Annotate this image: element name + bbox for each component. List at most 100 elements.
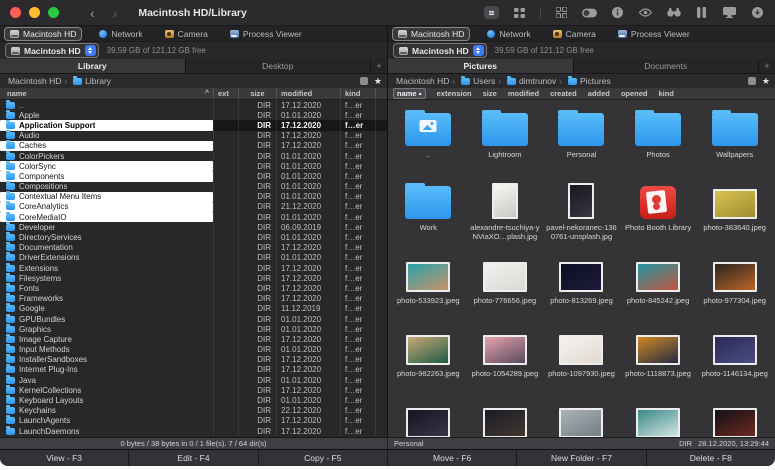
grid-item[interactable]: Personal: [543, 102, 620, 175]
drive-stepper-icon[interactable]: [472, 45, 484, 56]
grid-item[interactable]: Lightroom: [467, 102, 544, 175]
list-view-icon[interactable]: [484, 6, 499, 19]
zoom-button[interactable]: [48, 7, 59, 18]
grid-item[interactable]: Wallpapers: [696, 102, 773, 175]
folder-tab[interactable]: Desktop: [185, 59, 371, 73]
file-row[interactable]: CoreMediaIO DIR 01.01.2020 f…er: [0, 211, 387, 223]
pane-view-icon[interactable]: [359, 77, 368, 85]
back-icon[interactable]: ‹: [90, 6, 95, 20]
pane-view-icon[interactable]: [747, 77, 756, 85]
grid-item[interactable]: photo-1097930.jpeg: [543, 321, 620, 394]
dual-pane-icon[interactable]: [694, 6, 709, 19]
column-header[interactable]: opened: [621, 89, 648, 98]
device-tab[interactable]: Process Viewer: [613, 28, 695, 40]
file-row[interactable]: Java DIR 01.01.2020 f…er: [0, 374, 387, 386]
breadcrumb-segment[interactable]: › dimtrunov: [495, 75, 556, 86]
breadcrumb-segment[interactable]: › Pictures: [556, 75, 611, 86]
grid-item[interactable]: Work: [390, 175, 467, 248]
column-header[interactable]: modified: [508, 89, 539, 98]
file-row[interactable]: ColorPickers DIR 01.01.2020 f…er: [0, 150, 387, 162]
grid-item[interactable]: pavel-nekoranec-1360761-unsplash.jpg: [543, 175, 620, 248]
add-tab-button[interactable]: +: [759, 59, 775, 73]
file-row[interactable]: Image Capture DIR 17.12.2020 f…er: [0, 333, 387, 345]
device-tab[interactable]: Network: [94, 28, 147, 40]
file-row[interactable]: Extensions DIR 17.12.2020 f…er: [0, 262, 387, 274]
file-row[interactable]: Graphics DIR 01.01.2020 f…er: [0, 323, 387, 335]
device-tab[interactable]: Camera: [548, 28, 601, 40]
file-row[interactable]: Components DIR 01.01.2020 f…er: [0, 170, 387, 182]
grid-item[interactable]: Photos: [620, 102, 697, 175]
favorites-star-icon[interactable]: ★: [374, 76, 382, 86]
column-header[interactable]: kind: [659, 89, 674, 98]
info-icon[interactable]: [610, 6, 625, 19]
minimize-button[interactable]: [29, 7, 40, 18]
column-header[interactable]: created: [550, 89, 577, 98]
grid-item[interactable]: ..: [390, 102, 467, 175]
column-ext[interactable]: ext: [213, 88, 238, 99]
function-key-button[interactable]: Copy - F5: [259, 450, 388, 466]
file-row[interactable]: Fonts DIR 17.12.2020 f…er: [0, 282, 387, 294]
file-row[interactable]: Google DIR 11.12.2019 f…er: [0, 303, 387, 314]
grid-item[interactable]: [696, 394, 773, 437]
column-header[interactable]: name ▴: [393, 88, 426, 99]
breadcrumb-segment[interactable]: › Users: [449, 75, 495, 86]
breadcrumb-segment[interactable]: › Macintosh HD: [393, 76, 449, 86]
grid-item[interactable]: photo-982263.jpeg: [390, 321, 467, 394]
grid-item[interactable]: alexandre-tsuchiya-yNViaXO…plash.jpg: [467, 175, 544, 248]
grid-item[interactable]: photo-845242.jpeg: [620, 248, 697, 321]
add-tab-button[interactable]: +: [371, 59, 387, 73]
column-modified[interactable]: modified: [276, 88, 340, 99]
grid-item[interactable]: [390, 394, 467, 437]
function-key-button[interactable]: Delete - F8: [647, 450, 775, 466]
column-header[interactable]: size: [483, 89, 497, 98]
file-row[interactable]: Apple DIR 01.01.2020 f…er: [0, 109, 387, 121]
device-tab[interactable]: Network: [482, 28, 535, 40]
device-tab[interactable]: Macintosh HD: [4, 26, 83, 41]
left-drive-selector[interactable]: Macintosh HD: [5, 43, 99, 58]
function-key-button[interactable]: View - F3: [0, 450, 130, 466]
function-key-button[interactable]: Move - F6: [388, 450, 518, 466]
grid-item[interactable]: [620, 394, 697, 437]
grid-item[interactable]: photo-383640.jpeg: [696, 175, 773, 248]
brief-view-icon[interactable]: [512, 6, 527, 19]
drive-stepper-icon[interactable]: [84, 45, 96, 56]
folder-tab[interactable]: Library: [0, 59, 186, 73]
file-row[interactable]: DriverExtensions DIR 01.01.2020 f…er: [0, 252, 387, 263]
folder-tab[interactable]: Pictures: [388, 59, 574, 73]
column-header[interactable]: extension: [437, 89, 472, 98]
grid-item[interactable]: [543, 394, 620, 437]
file-row[interactable]: Developer DIR 06.09.2019 f…er: [0, 221, 387, 233]
grid-item[interactable]: [467, 394, 544, 437]
column-kind[interactable]: kind: [340, 88, 375, 99]
column-size[interactable]: size: [238, 88, 276, 99]
breadcrumb-segment[interactable]: › Library: [61, 75, 111, 86]
grid-item[interactable]: photo-776656.jpeg: [467, 248, 544, 321]
file-row[interactable]: .. DIR 17.12.2020 f…er: [0, 100, 387, 111]
file-row[interactable]: Keyboard Layouts DIR 01.01.2020 f…er: [0, 395, 387, 406]
function-key-button[interactable]: Edit - F4: [129, 450, 259, 466]
file-row[interactable]: Input Methods DIR 01.01.2020 f…er: [0, 344, 387, 355]
grid-item[interactable]: photo-533923.jpeg: [390, 248, 467, 321]
file-row[interactable]: ColorSync DIR 01.01.2020 f…er: [0, 160, 387, 172]
device-tab[interactable]: Camera: [160, 28, 213, 40]
forward-icon[interactable]: ›: [113, 6, 118, 20]
grid-item[interactable]: photo-977304.jpeg: [696, 248, 773, 321]
file-row[interactable]: Audio DIR 17.12.2020 f…er: [0, 130, 387, 141]
device-tab[interactable]: Process Viewer: [225, 28, 307, 40]
function-key-button[interactable]: New Folder - F7: [517, 450, 647, 466]
search-binoculars-icon[interactable]: [666, 6, 681, 19]
column-name[interactable]: name ^: [0, 88, 213, 99]
file-row[interactable]: GPUBundles DIR 01.01.2020 f…er: [0, 313, 387, 325]
file-row[interactable]: LaunchDaemons DIR 17.12.2020 f…er: [0, 425, 387, 437]
file-row[interactable]: Filesystems DIR 17.12.2020 f…er: [0, 272, 387, 284]
preview-eye-icon[interactable]: [638, 6, 653, 19]
file-row[interactable]: Frameworks DIR 17.12.2020 f…er: [0, 293, 387, 304]
folder-tab[interactable]: Documents: [573, 59, 759, 73]
file-row[interactable]: LaunchAgents DIR 17.12.2020 f…er: [0, 415, 387, 426]
downloads-icon[interactable]: [750, 6, 765, 19]
file-row[interactable]: Keychains DIR 22.12.2020 f…er: [0, 405, 387, 416]
file-row[interactable]: Compositions DIR 01.01.2020 f…er: [0, 181, 387, 192]
close-button[interactable]: [10, 7, 21, 18]
thumbs-view-icon[interactable]: [554, 6, 569, 19]
file-row[interactable]: Caches DIR 17.12.2020 f…er: [0, 140, 387, 151]
